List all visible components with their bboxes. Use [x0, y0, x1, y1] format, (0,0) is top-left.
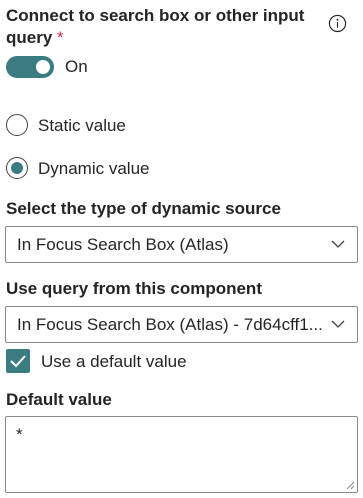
toggle-state-label: On [65, 57, 88, 76]
query-component-label: Use query from this component [6, 279, 262, 298]
query-component-dropdown[interactable]: In Focus Search Box (Atlas) - 7d64cff1..… [5, 306, 358, 343]
source-type-label: Select the type of dynamic source [6, 199, 281, 218]
query-component-selected: In Focus Search Box (Atlas) - 7d64cff1..… [17, 315, 323, 334]
default-value-checkbox-label: Use a default value [41, 352, 187, 371]
connect-title-line2: query [6, 28, 53, 47]
info-icon[interactable] [328, 14, 347, 33]
default-value-text: * [16, 425, 23, 444]
chevron-down-icon [331, 240, 345, 248]
connect-toggle[interactable] [6, 56, 54, 78]
radio-selected-dot [11, 162, 23, 174]
default-value-label: Default value [6, 390, 112, 409]
radio-dynamic-value-label: Dynamic value [38, 159, 150, 178]
radio-static-value-label: Static value [38, 116, 126, 135]
connect-title-line1: Connect to search box or other input [6, 6, 305, 25]
source-type-dropdown[interactable]: In Focus Search Box (Atlas) [5, 226, 358, 263]
required-asterisk: * [57, 28, 64, 47]
connect-field-title: Connect to search box or other input que… [6, 5, 304, 49]
default-value-textarea[interactable]: * [5, 416, 358, 493]
chevron-down-icon [331, 320, 345, 328]
radio-dynamic-value[interactable] [6, 157, 28, 179]
source-type-selected: In Focus Search Box (Atlas) [17, 235, 229, 254]
default-value-checkbox[interactable] [6, 349, 30, 373]
radio-static-value[interactable] [6, 114, 28, 136]
resize-grip-icon[interactable] [345, 480, 355, 490]
toggle-knob [36, 60, 50, 74]
checkmark-icon [10, 355, 26, 368]
